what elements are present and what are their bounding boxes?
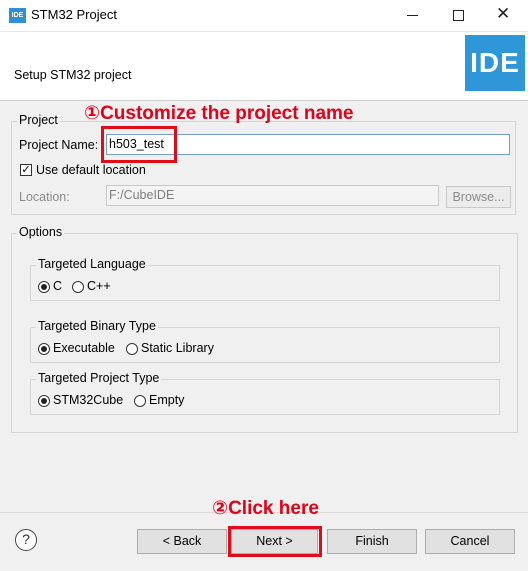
annotation-box-project-name [101,126,177,163]
radio-language-c[interactable] [38,281,50,293]
location-label: Location: [19,190,70,204]
annotation-step1: ①Customize the project name [84,103,354,124]
maximize-button[interactable] [435,0,481,31]
radio-project-empty[interactable] [134,395,146,407]
back-button[interactable]: < Back [137,529,227,554]
language-group-title: Targeted Language [36,257,148,271]
options-group-title: Options [17,225,65,239]
radio-binary-static-library-label: Static Library [141,341,214,355]
project-type-group-title: Targeted Project Type [36,371,162,385]
radio-project-stm32cube-label: STM32Cube [53,393,124,407]
minimize-icon [407,15,418,16]
close-icon: ✕ [496,4,511,23]
browse-button[interactable]: Browse... [446,186,511,208]
project-name-label: Project Name: [19,138,99,152]
use-default-location-checkbox[interactable]: ✓ [20,164,32,176]
radio-language-cpp-label: C++ [87,279,111,293]
radio-language-c-label: C [53,279,63,293]
close-button[interactable]: ✕ [481,0,527,31]
project-group-title: Project [17,113,60,127]
wizard-header: Setup STM32 project IDE [0,32,528,101]
annotation-step2: ②Click here [212,498,319,519]
finish-button[interactable]: Finish [327,529,417,554]
maximize-icon [453,10,464,21]
cancel-button[interactable]: Cancel [425,529,515,554]
radio-binary-static-library[interactable] [126,343,138,355]
location-input[interactable]: F:/CubeIDE [106,185,439,206]
use-default-location-label: Use default location [36,163,146,177]
title-bar: IDE STM32 Project ✕ [0,0,528,32]
radio-project-empty-label: Empty [149,393,185,407]
radio-language-cpp[interactable] [72,281,84,293]
wizard-description: Setup STM32 project [14,68,132,82]
minimize-button[interactable] [389,0,435,31]
window-title: STM32 Project [31,7,117,22]
binary-type-group-title: Targeted Binary Type [36,319,158,333]
radio-binary-executable-label: Executable [53,341,115,355]
radio-project-stm32cube[interactable] [38,395,50,407]
annotation-box-next [228,526,322,557]
ide-logo: IDE [465,35,525,91]
radio-binary-executable[interactable] [38,343,50,355]
help-icon[interactable]: ? [15,529,37,551]
ide-app-icon: IDE [9,8,26,23]
